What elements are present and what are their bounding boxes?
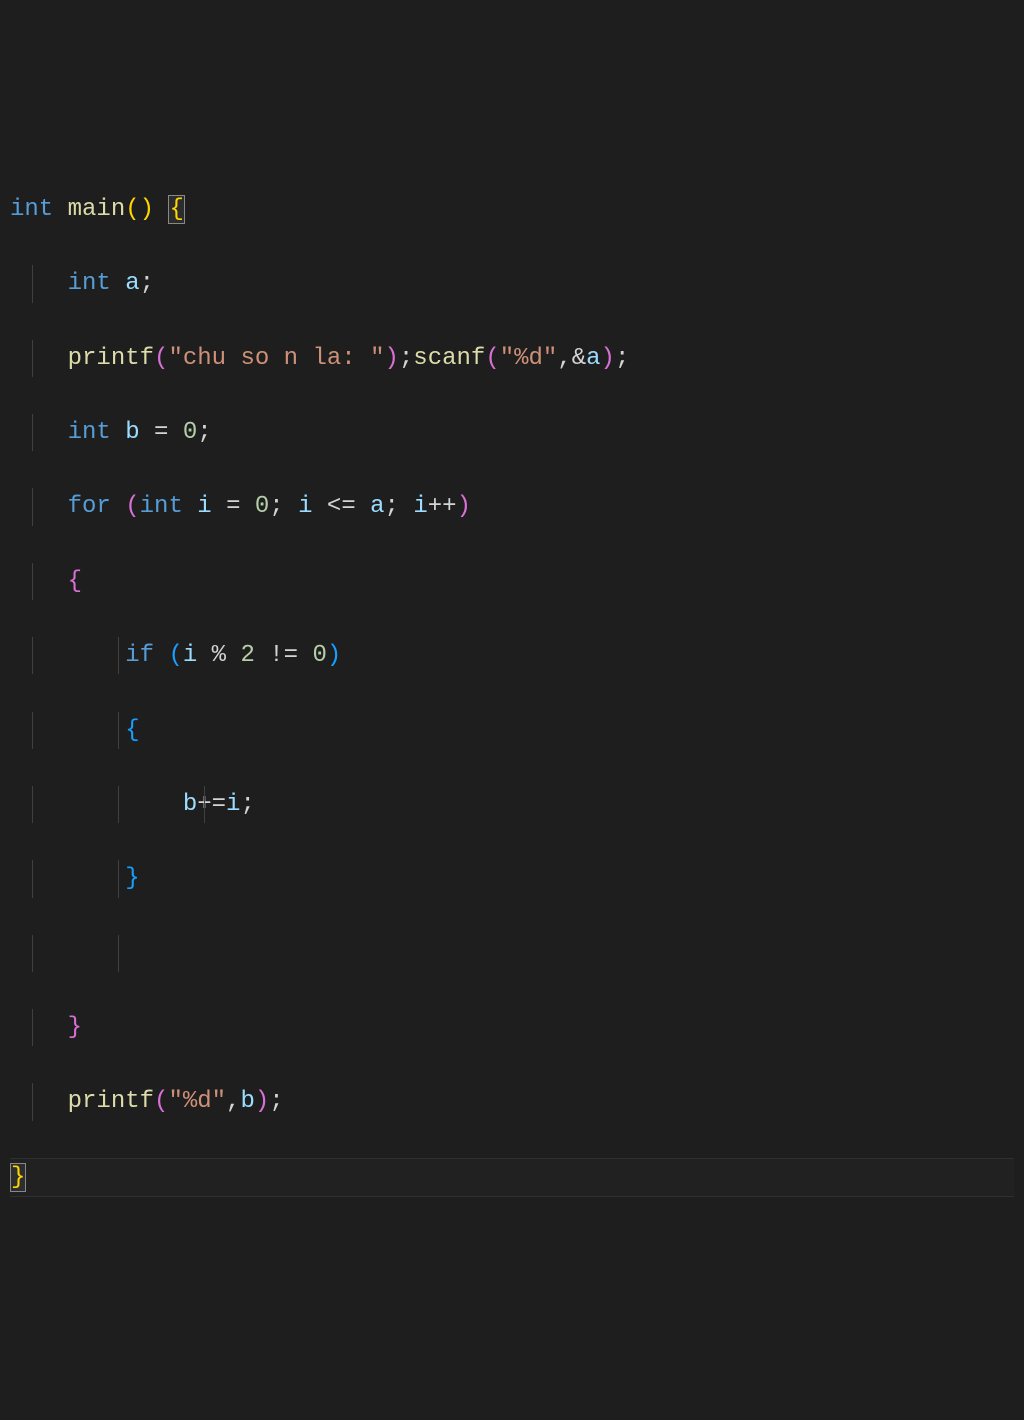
operator-eq: = — [140, 419, 183, 446]
operator-neq: != — [255, 642, 313, 669]
code-line-2[interactable]: int a; — [10, 265, 1014, 302]
paren-close: ) — [457, 493, 471, 520]
semicolon: ; — [399, 345, 413, 372]
number-zero: 0 — [183, 419, 197, 446]
code-line-10[interactable]: } — [10, 860, 1014, 897]
operator-eq: = — [212, 493, 255, 520]
variable-a: a — [125, 270, 139, 297]
brace-close: } — [68, 1014, 82, 1041]
variable-i: i — [183, 642, 197, 669]
indent-guide — [32, 1009, 33, 1046]
variable-b: b — [125, 419, 139, 446]
paren-close: ) — [601, 345, 615, 372]
indent-guide — [32, 563, 33, 600]
code-line-6[interactable]: { — [10, 563, 1014, 600]
number-zero: 0 — [312, 642, 326, 669]
variable-a: a — [370, 493, 384, 520]
string-literal: "%d" — [500, 345, 558, 372]
paren-open: ( — [125, 493, 139, 520]
code-line-5[interactable]: for (int i = 0; i <= a; i++) — [10, 488, 1014, 525]
semicolon: ; — [140, 270, 154, 297]
indent-guide — [32, 712, 33, 749]
brace-close-highlighted: } — [10, 1163, 26, 1192]
code-editor[interactable]: int main() { int a; printf("chu so n la:… — [10, 154, 1014, 1234]
code-line-14[interactable]: } — [10, 1158, 1014, 1197]
indent-guide — [204, 786, 205, 823]
paren-close: ) — [255, 1088, 269, 1115]
indent-guide — [32, 340, 33, 377]
indent-guide — [118, 860, 119, 897]
variable-i: i — [298, 493, 312, 520]
keyword-for: for — [68, 493, 111, 520]
indent-guide — [118, 637, 119, 674]
indent-guide — [32, 1083, 33, 1120]
string-literal: "chu so n la: " — [168, 345, 384, 372]
code-line-9[interactable]: b+=i; — [10, 786, 1014, 823]
paren-open: ( — [485, 345, 499, 372]
operator-inc: ++ — [428, 493, 457, 520]
operator-mod: % — [197, 642, 240, 669]
brace-open: { — [125, 717, 139, 744]
semicolon: ; — [197, 419, 211, 446]
semicolon: ; — [615, 345, 629, 372]
code-line-8[interactable]: { — [10, 712, 1014, 749]
operator-pluseq: += — [197, 791, 226, 818]
comma: , — [226, 1088, 240, 1115]
semicolon: ; — [269, 493, 283, 520]
brace-open-highlighted: { — [168, 195, 184, 224]
function-main: main — [68, 196, 126, 223]
code-line-12[interactable]: } — [10, 1009, 1014, 1046]
comma: , — [557, 345, 571, 372]
brace-open: { — [68, 568, 82, 595]
variable-i: i — [226, 791, 240, 818]
code-line-11[interactable] — [10, 935, 1014, 972]
variable-a: a — [586, 345, 600, 372]
semicolon: ; — [240, 791, 254, 818]
indent-guide — [32, 860, 33, 897]
indent-guide — [32, 414, 33, 451]
paren-open: ( — [154, 345, 168, 372]
indent-guide — [32, 637, 33, 674]
string-literal: "%d" — [168, 1088, 226, 1115]
indent-guide — [32, 265, 33, 302]
indent-guide — [118, 786, 119, 823]
function-printf: printf — [68, 1088, 154, 1115]
indent-guide — [32, 935, 33, 972]
code-line-7[interactable]: if (i % 2 != 0) — [10, 637, 1014, 674]
indent-guide — [32, 488, 33, 525]
number-two: 2 — [240, 642, 254, 669]
paren-close: ) — [384, 345, 398, 372]
keyword-int: int — [10, 196, 53, 223]
indent-guide — [118, 712, 119, 749]
keyword-int: int — [68, 419, 111, 446]
brace-close: } — [125, 865, 139, 892]
function-scanf: scanf — [413, 345, 485, 372]
paren-open: ( — [168, 642, 182, 669]
semicolon: ; — [385, 493, 399, 520]
paren-close: ) — [140, 196, 154, 223]
semicolon: ; — [269, 1088, 283, 1115]
keyword-if: if — [125, 642, 154, 669]
code-line-3[interactable]: printf("chu so n la: ");scanf("%d",&a); — [10, 340, 1014, 377]
code-line-13[interactable]: printf("%d",b); — [10, 1083, 1014, 1120]
function-printf: printf — [68, 345, 154, 372]
operator-lte: <= — [313, 493, 371, 520]
indent-guide — [32, 786, 33, 823]
operator-amp: & — [572, 345, 586, 372]
keyword-int: int — [68, 270, 111, 297]
code-line-4[interactable]: int b = 0; — [10, 414, 1014, 451]
keyword-int: int — [140, 493, 183, 520]
paren-close: ) — [327, 642, 341, 669]
variable-b: b — [183, 791, 197, 818]
paren-open: ( — [154, 1088, 168, 1115]
indent-guide — [118, 935, 119, 972]
empty-content — [10, 940, 24, 967]
variable-i: i — [197, 493, 211, 520]
number-zero: 0 — [255, 493, 269, 520]
paren-open: ( — [125, 196, 139, 223]
variable-b: b — [240, 1088, 254, 1115]
code-line-1[interactable]: int main() { — [10, 191, 1014, 228]
variable-i: i — [413, 493, 427, 520]
